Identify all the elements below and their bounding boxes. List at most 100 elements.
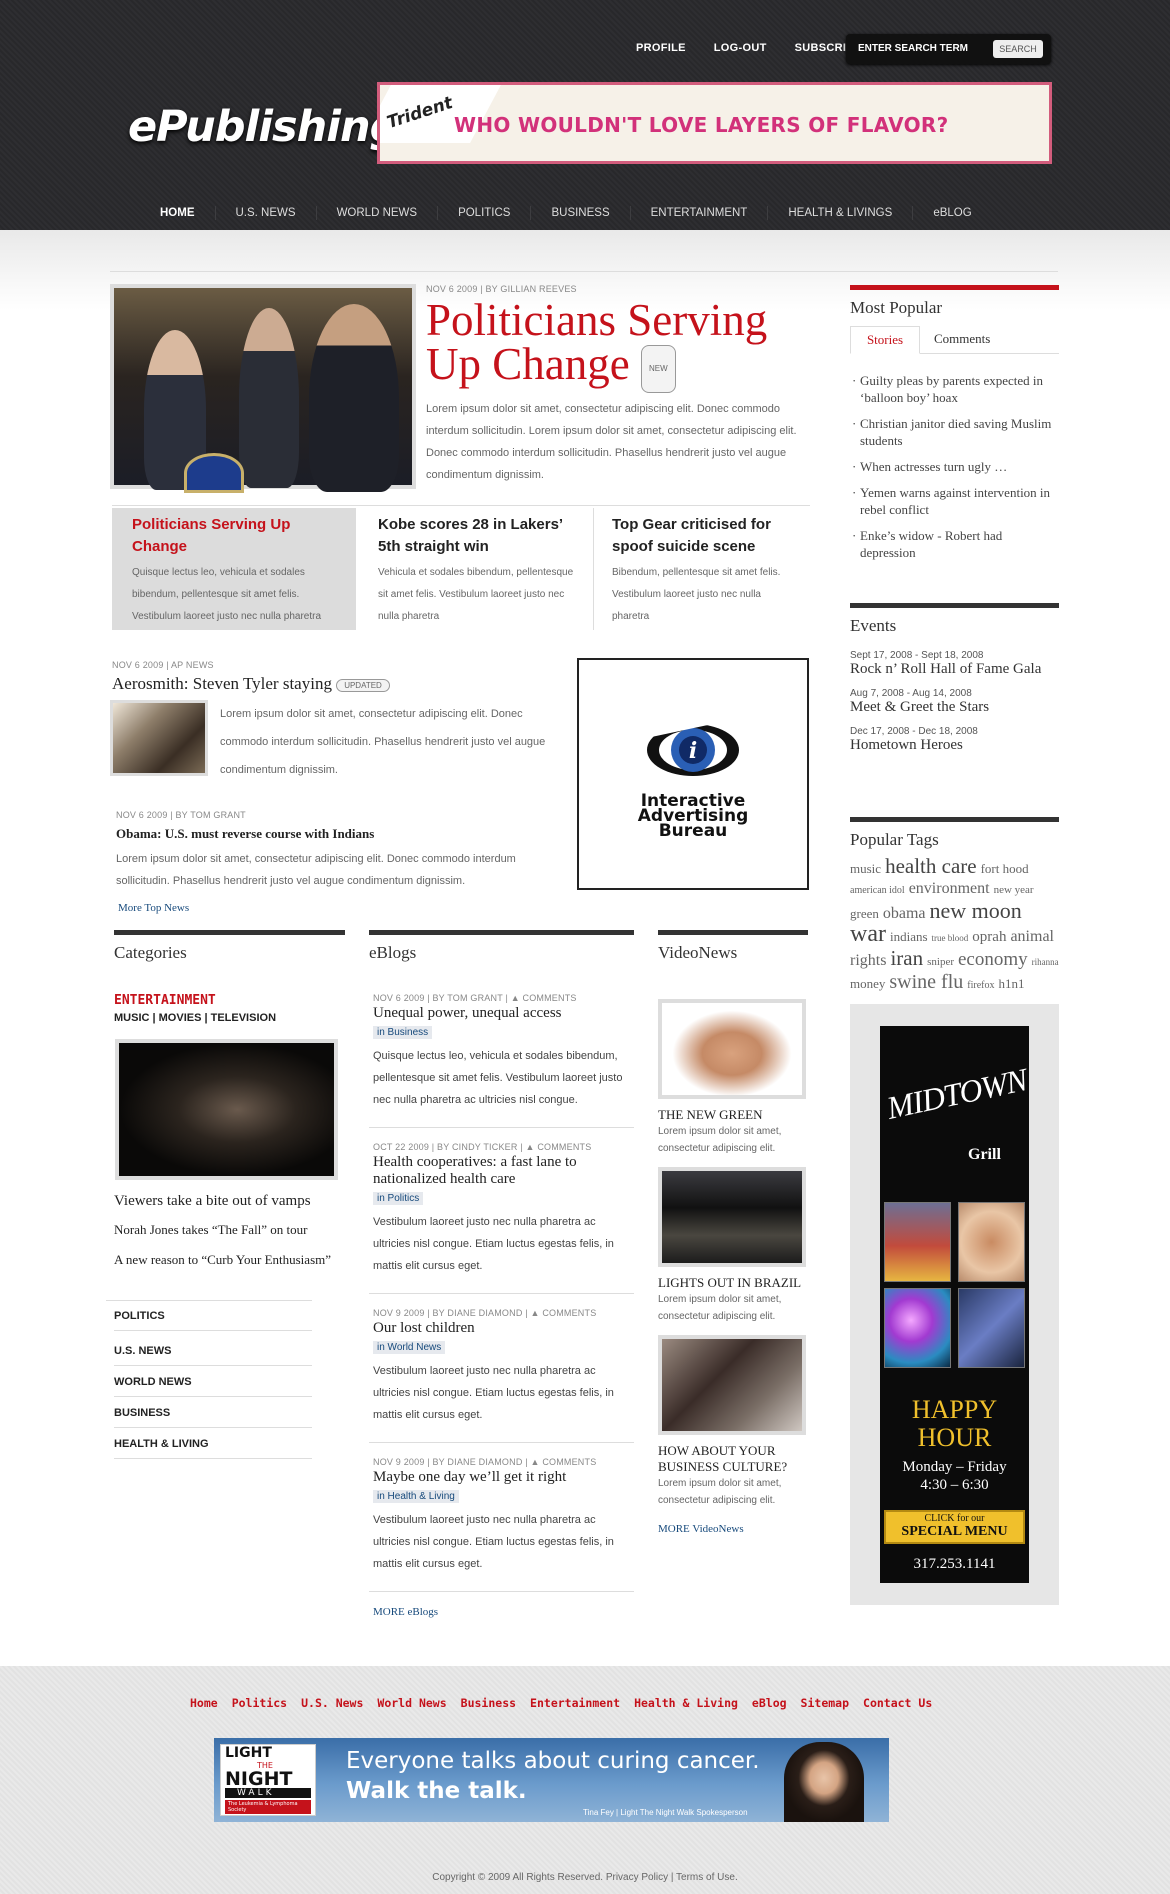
footer-link-contact[interactable]: Contact Us (863, 1696, 932, 1710)
footer-link-politics[interactable]: Politics (232, 1696, 287, 1710)
nav-world-news[interactable]: WORLD NEWS (315, 206, 438, 220)
site-logo[interactable]: ePublishing (128, 102, 400, 152)
story-title-text[interactable]: Aerosmith: Steven Tyler staying (112, 674, 332, 693)
footer-link-sitemap[interactable]: Sitemap (801, 1696, 849, 1710)
tag-link[interactable]: american idol (850, 885, 905, 896)
story-thumbnail[interactable] (110, 700, 208, 776)
tag-link[interactable]: environment (909, 880, 990, 897)
footer-link-world-news[interactable]: World News (377, 1696, 446, 1710)
featured-image[interactable] (110, 284, 416, 493)
nav-home[interactable]: HOME (140, 206, 215, 220)
category-label[interactable]: ENTERTAINMENT (114, 993, 345, 1008)
tag-link[interactable]: green (850, 906, 879, 921)
video-thumbnail[interactable] (658, 999, 806, 1099)
nav-politics[interactable]: POLITICS (437, 206, 530, 220)
featured-title[interactable]: Politicians Serving Up Change NEW (426, 298, 826, 393)
eblog-category[interactable]: in Business (373, 1026, 433, 1039)
footer-link-home[interactable]: Home (190, 1696, 218, 1710)
event-title[interactable]: Meet & Greet the Stars (850, 699, 1059, 716)
event-title[interactable]: Hometown Heroes (850, 737, 1059, 754)
tag-link[interactable]: new moon (930, 898, 1022, 923)
eblog-title[interactable]: Our lost children (373, 1320, 634, 1337)
eblog-title[interactable]: Maybe one day we’ll get it right (373, 1469, 634, 1486)
featured-title-text[interactable]: Politicians Serving Up Change (426, 295, 767, 389)
nav-health[interactable]: HEALTH & LIVINGS (767, 206, 912, 220)
nav-us-news[interactable]: U.S. NEWS (214, 206, 316, 220)
subfeature-title[interactable]: Top Gear criticised for spoof suicide sc… (612, 514, 796, 558)
tag-link[interactable]: swine flu (889, 971, 963, 993)
category-link-us-news[interactable]: U.S. NEWS (114, 1331, 312, 1366)
nav-eblog[interactable]: eBLOG (912, 206, 991, 220)
story-title[interactable]: Obama: U.S. must reverse course with Ind… (116, 826, 562, 842)
category-story[interactable]: A new reason to “Curb Your Enthusiasm” (114, 1251, 354, 1268)
tag-link[interactable]: fort hood (981, 861, 1029, 876)
footer-link-business[interactable]: Business (461, 1696, 516, 1710)
eblog-comments-link[interactable]: COMMENTS (542, 1457, 596, 1467)
tag-link[interactable]: obama (883, 905, 926, 922)
tag-link[interactable]: true blood (932, 933, 969, 943)
tag-link[interactable]: money (850, 976, 885, 991)
search-button[interactable]: SEARCH (993, 40, 1043, 58)
tag-link[interactable]: economy (958, 949, 1028, 970)
category-story[interactable]: Norah Jones takes “The Fall” on tour (114, 1220, 354, 1239)
footer-link-entertainment[interactable]: Entertainment (530, 1696, 620, 1710)
light-the-night-ad[interactable]: LIGHT THE NIGHT WALK The Leukemia & Lymp… (214, 1738, 889, 1822)
video-title[interactable]: LIGHTS OUT IN BRAZIL (658, 1275, 808, 1291)
tag-link[interactable]: oprah (972, 929, 1006, 945)
subfeature-title[interactable]: Kobe scores 28 in Lakers’ 5th straight w… (378, 514, 579, 558)
eblog-title[interactable]: Unequal power, unequal access (373, 1005, 634, 1022)
category-link-health[interactable]: HEALTH & LIVING (114, 1428, 312, 1459)
trident-banner-ad[interactable]: Trident WHO WOULDN'T LOVE LAYERS OF FLAV… (377, 82, 1052, 164)
video-title[interactable]: THE NEW GREEN (658, 1107, 808, 1123)
more-eblogs-link[interactable]: MORE eBlogs (369, 1606, 634, 1618)
subfeature-title[interactable]: Politicians Serving Up Change (132, 514, 336, 558)
popular-item[interactable]: When actresses turn ugly … (852, 458, 1059, 475)
tag-link[interactable]: h1n1 (999, 976, 1025, 991)
category-link-politics[interactable]: POLITICS (114, 1301, 312, 1331)
subfeature-card[interactable]: Politicians Serving Up Change Quisque lec… (112, 508, 356, 630)
footer-link-health[interactable]: Health & Living (634, 1696, 738, 1710)
category-image[interactable] (115, 1039, 338, 1180)
eblog-comments-link[interactable]: COMMENTS (542, 1308, 596, 1318)
search-box[interactable]: ENTER SEARCH TERM SEARCH (846, 34, 1051, 64)
category-sublinks[interactable]: MUSIC | MOVIES | TELEVISION (114, 1012, 345, 1024)
iab-ad[interactable]: i Interactive Advertising Bureau (577, 658, 809, 890)
tag-link[interactable]: health care (885, 854, 977, 878)
tag-link[interactable]: war (850, 921, 886, 947)
nav-business[interactable]: BUSINESS (530, 206, 629, 220)
tab-comments[interactable]: Comments (934, 326, 990, 354)
subfeature-card[interactable]: Kobe scores 28 in Lakers’ 5th straight w… (364, 508, 594, 630)
eblog-category[interactable]: in Politics (373, 1192, 424, 1205)
tag-link[interactable]: music (850, 861, 881, 876)
tag-link[interactable]: new year (994, 884, 1034, 896)
subfeature-card[interactable]: Top Gear criticised for spoof suicide sc… (598, 508, 810, 630)
tag-link[interactable]: sniper (927, 956, 954, 968)
special-menu-button[interactable]: CLICK for our SPECIAL MENU (884, 1510, 1025, 1544)
footer-link-us-news[interactable]: U.S. News (301, 1696, 363, 1710)
eblog-category[interactable]: in World News (373, 1341, 446, 1354)
video-title[interactable]: HOW ABOUT YOUR BUSINESS CULTURE? (658, 1443, 808, 1475)
more-videonews-link[interactable]: MORE VideoNews (658, 1523, 808, 1535)
more-top-news-link[interactable]: More Top News (118, 902, 562, 914)
popular-item[interactable]: Christian janitor died saving Muslim stu… (852, 415, 1059, 449)
tag-link[interactable]: firefox (967, 980, 994, 991)
eblog-category[interactable]: in Health & Living (373, 1490, 459, 1503)
eblog-title[interactable]: Health cooperatives: a fast lane to nati… (373, 1154, 634, 1188)
eblog-comments-link[interactable]: COMMENTS (537, 1142, 591, 1152)
search-input[interactable]: ENTER SEARCH TERM (858, 43, 968, 54)
profile-link[interactable]: PROFILE (636, 42, 686, 54)
event-title[interactable]: Rock n’ Roll Hall of Fame Gala (850, 661, 1059, 678)
tag-link[interactable]: rihanna (1032, 957, 1059, 967)
popular-item[interactable]: Yemen warns against intervention in rebe… (852, 484, 1059, 518)
logout-link[interactable]: LOG-OUT (714, 42, 767, 54)
eblog-comments-link[interactable]: COMMENTS (523, 993, 577, 1003)
story-title[interactable]: Aerosmith: Steven Tyler staying UPDATED (112, 674, 562, 694)
midtown-grill-ad[interactable]: MIDTOWN Grill HAPPY HOUR Monday – Friday 4… (880, 1026, 1029, 1583)
tag-link[interactable]: iran (890, 946, 923, 970)
category-link-business[interactable]: BUSINESS (114, 1397, 312, 1428)
popular-item[interactable]: Guilty pleas by parents expected in ‘bal… (852, 372, 1059, 406)
video-thumbnail[interactable] (658, 1335, 806, 1435)
tag-link[interactable]: indians (890, 929, 928, 944)
tab-stories[interactable]: Stories (850, 326, 920, 354)
footer-link-eblog[interactable]: eBlog (752, 1696, 787, 1710)
